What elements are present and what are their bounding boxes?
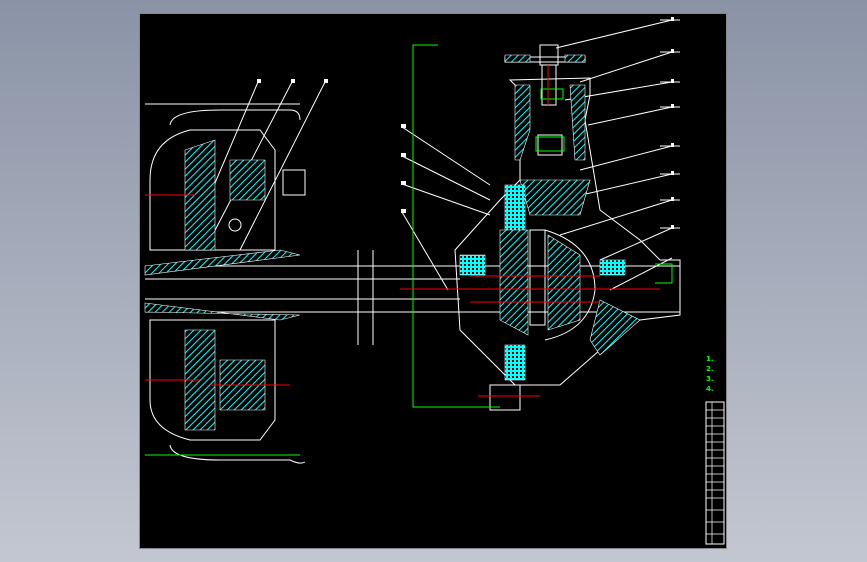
legend-item: 3. [706, 375, 714, 383]
line-work [139, 13, 727, 549]
hatched-sections [144, 54, 641, 431]
assembly-drawing [139, 13, 727, 549]
part-balloons [257, 17, 674, 229]
legend-item: 2. [706, 365, 714, 373]
legend-item: 4. [706, 385, 714, 393]
technical-requirements-legend: 1. 2. 3. 4. [706, 354, 714, 394]
legend-item: 1. [706, 355, 714, 363]
